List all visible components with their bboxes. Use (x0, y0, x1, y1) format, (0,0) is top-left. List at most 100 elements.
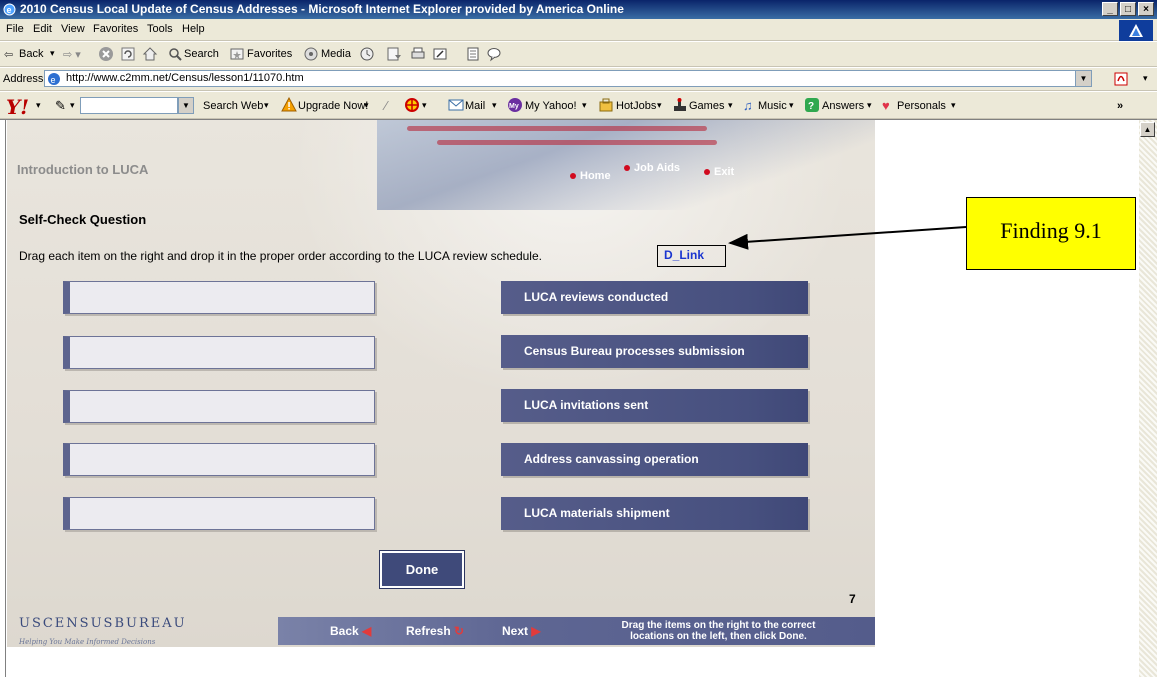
drag-item-invitations-sent[interactable]: LUCA invitations sent (501, 389, 808, 422)
nav-job-aids-label: Job Aids (634, 162, 681, 174)
mail-button[interactable]: Mail (465, 100, 485, 112)
yahoo-logo-icon[interactable]: Y! (6, 95, 29, 119)
addon-dropdown-icon[interactable]: ▾ (1143, 73, 1148, 84)
refresh-icon[interactable] (120, 46, 136, 62)
standard-toolbar: ⇦ Back ▾ ⇨ ▾ Search Favorites Media (0, 42, 1157, 67)
menu-tools[interactable]: Tools (147, 23, 173, 35)
back-dropdown-icon[interactable]: ▾ (50, 48, 55, 59)
footer-refresh-button[interactable]: Refresh ↻ (406, 624, 464, 638)
yahoo-search-input[interactable] (80, 97, 178, 114)
menu-view[interactable]: View (61, 23, 85, 35)
yahoo-search-dropdown-icon[interactable]: ▼ (178, 97, 194, 114)
question-title: Self-Check Question (19, 212, 147, 227)
flag-stripe (407, 126, 707, 131)
media-button[interactable]: Media (321, 48, 351, 60)
drag-item-address-canvassing[interactable]: Address canvassing operation (501, 443, 808, 476)
footer-hint-line2: locations on the left, then click Done. (630, 631, 807, 642)
nav-dot-icon (704, 169, 710, 176)
hotjobs-dropdown-icon[interactable]: ▾ (657, 100, 662, 111)
d-link[interactable]: D_Link (657, 245, 726, 267)
favorites-icon (230, 48, 244, 60)
my-yahoo-dropdown-icon[interactable]: ▾ (582, 100, 587, 111)
history-icon[interactable] (359, 46, 375, 62)
search-icon (169, 48, 182, 61)
home-icon[interactable] (142, 46, 158, 62)
search-web-dropdown-icon[interactable]: ▾ (264, 100, 269, 111)
menu-help[interactable]: Help (182, 23, 205, 35)
nav-exit[interactable]: Exit (704, 166, 734, 178)
footer-back-button[interactable]: Back ◀ (330, 624, 371, 638)
svg-text:My: My (509, 103, 519, 110)
address-url: http://www.c2mm.net/Census/lesson1/11070… (66, 72, 304, 84)
messenger-icon[interactable] (486, 46, 502, 62)
ie-page-icon: e (48, 73, 60, 85)
census-bureau-logo: USCENSUSBUREAU (19, 616, 187, 631)
address-input[interactable]: e http://www.c2mm.net/Census/lesson1/110… (44, 70, 1092, 87)
my-yahoo-button[interactable]: My Yahoo! (525, 100, 577, 112)
search-button[interactable]: Search (184, 48, 219, 60)
music-button[interactable]: Music (758, 100, 787, 112)
pdf-tool-icon[interactable] (1113, 71, 1131, 87)
address-label: Address (3, 73, 44, 85)
maximize-button[interactable]: □ (1120, 2, 1136, 16)
yahoo-dropdown-icon[interactable]: ▾ (36, 100, 41, 111)
edit-icon[interactable] (432, 46, 448, 62)
nav-job-aids[interactable]: Job Aids (624, 162, 680, 174)
mail-icon[interactable] (386, 46, 402, 62)
more-chevron-icon[interactable]: » (1117, 100, 1123, 112)
menu-file[interactable]: File (6, 23, 24, 35)
pencil-dropdown-icon[interactable]: ▾ (70, 100, 75, 111)
antispy-icon[interactable] (404, 97, 420, 113)
nav-home[interactable]: Home (570, 170, 611, 182)
back-arrow-icon: ⇦ (4, 49, 14, 61)
footer-next-button[interactable]: Next ▶ (502, 624, 541, 638)
address-dropdown-icon[interactable]: ▼ (1075, 71, 1091, 86)
minimize-button[interactable]: _ (1102, 2, 1118, 16)
favorites-button[interactable]: Favorites (247, 48, 292, 60)
answers-button[interactable]: Answers (822, 100, 864, 112)
upgrade-now-button[interactable]: Upgrade Now! (298, 100, 368, 112)
mail-dropdown-icon[interactable]: ▾ (492, 100, 497, 111)
drop-slot-5[interactable] (63, 497, 375, 530)
drag-item-materials-shipment[interactable]: LUCA materials shipment (501, 497, 808, 530)
menu-edit[interactable]: Edit (33, 23, 52, 35)
svg-text:?: ? (808, 101, 814, 112)
back-button[interactable]: Back (19, 48, 43, 60)
warning-icon (281, 97, 297, 112)
flag-stripe (437, 140, 717, 145)
close-button[interactable]: × (1138, 2, 1154, 16)
personals-button[interactable]: Personals (897, 100, 946, 112)
games-dropdown-icon[interactable]: ▾ (728, 100, 733, 111)
window-title-bar: e 2010 Census Local Update of Census Add… (0, 0, 1157, 19)
answers-dropdown-icon[interactable]: ▾ (867, 100, 872, 111)
games-icon (674, 98, 686, 111)
drop-slot-2[interactable] (63, 336, 375, 369)
stop-icon[interactable] (98, 46, 114, 62)
games-button[interactable]: Games (689, 100, 724, 112)
vertical-scrollbar[interactable]: ▲ (1139, 120, 1157, 677)
nav-dot-icon (624, 165, 630, 172)
pencil-icon[interactable]: ✎ (55, 98, 66, 114)
drag-item-luca-reviews[interactable]: LUCA reviews conducted (501, 281, 808, 314)
drop-slot-4[interactable] (63, 443, 375, 476)
scroll-up-icon[interactable]: ▲ (1140, 122, 1155, 137)
forward-button[interactable]: ⇨ ▾ (63, 48, 81, 61)
footer-hint: Drag the items on the right to the corre… (566, 620, 871, 642)
menu-favorites[interactable]: Favorites (93, 23, 138, 35)
highlight-icon[interactable]: ⁄ (385, 98, 387, 113)
address-bar: Address e http://www.c2mm.net/Census/les… (0, 68, 1157, 91)
antispy-dropdown-icon[interactable]: ▾ (422, 100, 427, 111)
done-button[interactable]: Done (379, 550, 465, 589)
search-web-button[interactable]: Search Web (203, 100, 263, 112)
footer-refresh-label: Refresh (406, 624, 451, 638)
personals-dropdown-icon[interactable]: ▾ (951, 100, 956, 111)
drag-item-census-processes[interactable]: Census Bureau processes submission (501, 335, 808, 368)
upgrade-dropdown-icon[interactable]: ▾ (364, 100, 369, 111)
music-dropdown-icon[interactable]: ▾ (789, 100, 794, 111)
drop-slot-3[interactable] (63, 390, 375, 423)
hotjobs-button[interactable]: HotJobs (616, 100, 656, 112)
print-icon[interactable] (410, 46, 426, 62)
my-yahoo-icon: My (508, 98, 522, 112)
discuss-icon[interactable] (465, 46, 481, 62)
drop-slot-1[interactable] (63, 281, 375, 314)
